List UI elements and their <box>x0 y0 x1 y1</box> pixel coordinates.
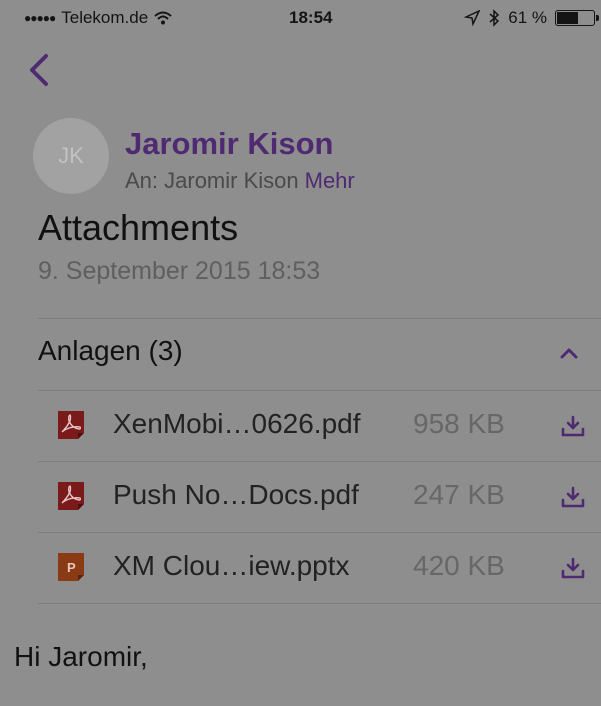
chevron-up-icon[interactable] <box>559 346 579 360</box>
status-time: 18:54 <box>289 8 333 27</box>
attachment-row[interactable]: XenMobi…0626.pdf 958 KB <box>38 391 601 461</box>
carrier-name: Telekom.de <box>61 8 149 27</box>
battery-cap <box>596 15 599 21</box>
battery-fill <box>557 12 579 24</box>
attachment-name: XM Clou…iew.pptx <box>113 550 350 581</box>
download-icon[interactable] <box>560 414 586 438</box>
status-bar: ●●●●● Telekom.de 18:54 61 % <box>14 0 601 36</box>
chevron-left-icon[interactable] <box>24 50 54 90</box>
email-body-greeting: Hi Jaromir, <box>14 641 148 672</box>
svg-text:P: P <box>67 560 76 575</box>
pdf-file-icon <box>58 411 84 439</box>
attachment-row[interactable]: P XM Clou…iew.pptx 420 KB <box>38 533 601 603</box>
more-button[interactable]: Mehr <box>305 168 355 193</box>
divider <box>38 318 601 319</box>
attachment-size: 247 KB <box>413 479 505 510</box>
recipients-line: An: Jaromir Kison Mehr <box>125 168 355 194</box>
avatar: JK <box>33 118 109 194</box>
attachment-name: XenMobi…0626.pdf <box>113 408 361 439</box>
pdf-file-icon <box>58 482 84 510</box>
email-subject: Attachments <box>38 207 239 248</box>
attachments-header[interactable]: Anlagen (3) <box>38 335 183 367</box>
attachment-size: 420 KB <box>413 550 505 581</box>
mail-screen: ●●●●● Telekom.de 18:54 61 % JK Jaromir K… <box>14 0 601 706</box>
download-icon[interactable] <box>560 556 586 580</box>
bluetooth-icon <box>489 9 500 27</box>
attachment-row[interactable]: Push No…Docs.pdf 247 KB <box>38 462 601 532</box>
status-right: 61 % <box>464 8 599 28</box>
attachment-name: Push No…Docs.pdf <box>113 479 359 510</box>
avatar-initials: JK <box>58 143 84 168</box>
battery-percent: 61 % <box>508 8 547 27</box>
sender-name[interactable]: Jaromir Kison <box>125 126 333 162</box>
divider <box>38 603 601 604</box>
download-icon[interactable] <box>560 485 586 509</box>
pptx-file-icon: P <box>58 553 84 581</box>
signal-dots: ●●●●● <box>24 11 56 25</box>
email-date: 9. September 2015 18:53 <box>38 257 321 285</box>
location-icon <box>464 10 481 26</box>
recipients-text: An: Jaromir Kison <box>125 168 299 193</box>
app-frame: ●●●●● Telekom.de 18:54 61 % JK Jaromir K… <box>0 0 601 706</box>
battery-icon <box>555 10 599 26</box>
status-left: ●●●●● Telekom.de <box>24 8 172 28</box>
attachment-size: 958 KB <box>413 408 505 439</box>
wifi-icon <box>154 11 172 25</box>
